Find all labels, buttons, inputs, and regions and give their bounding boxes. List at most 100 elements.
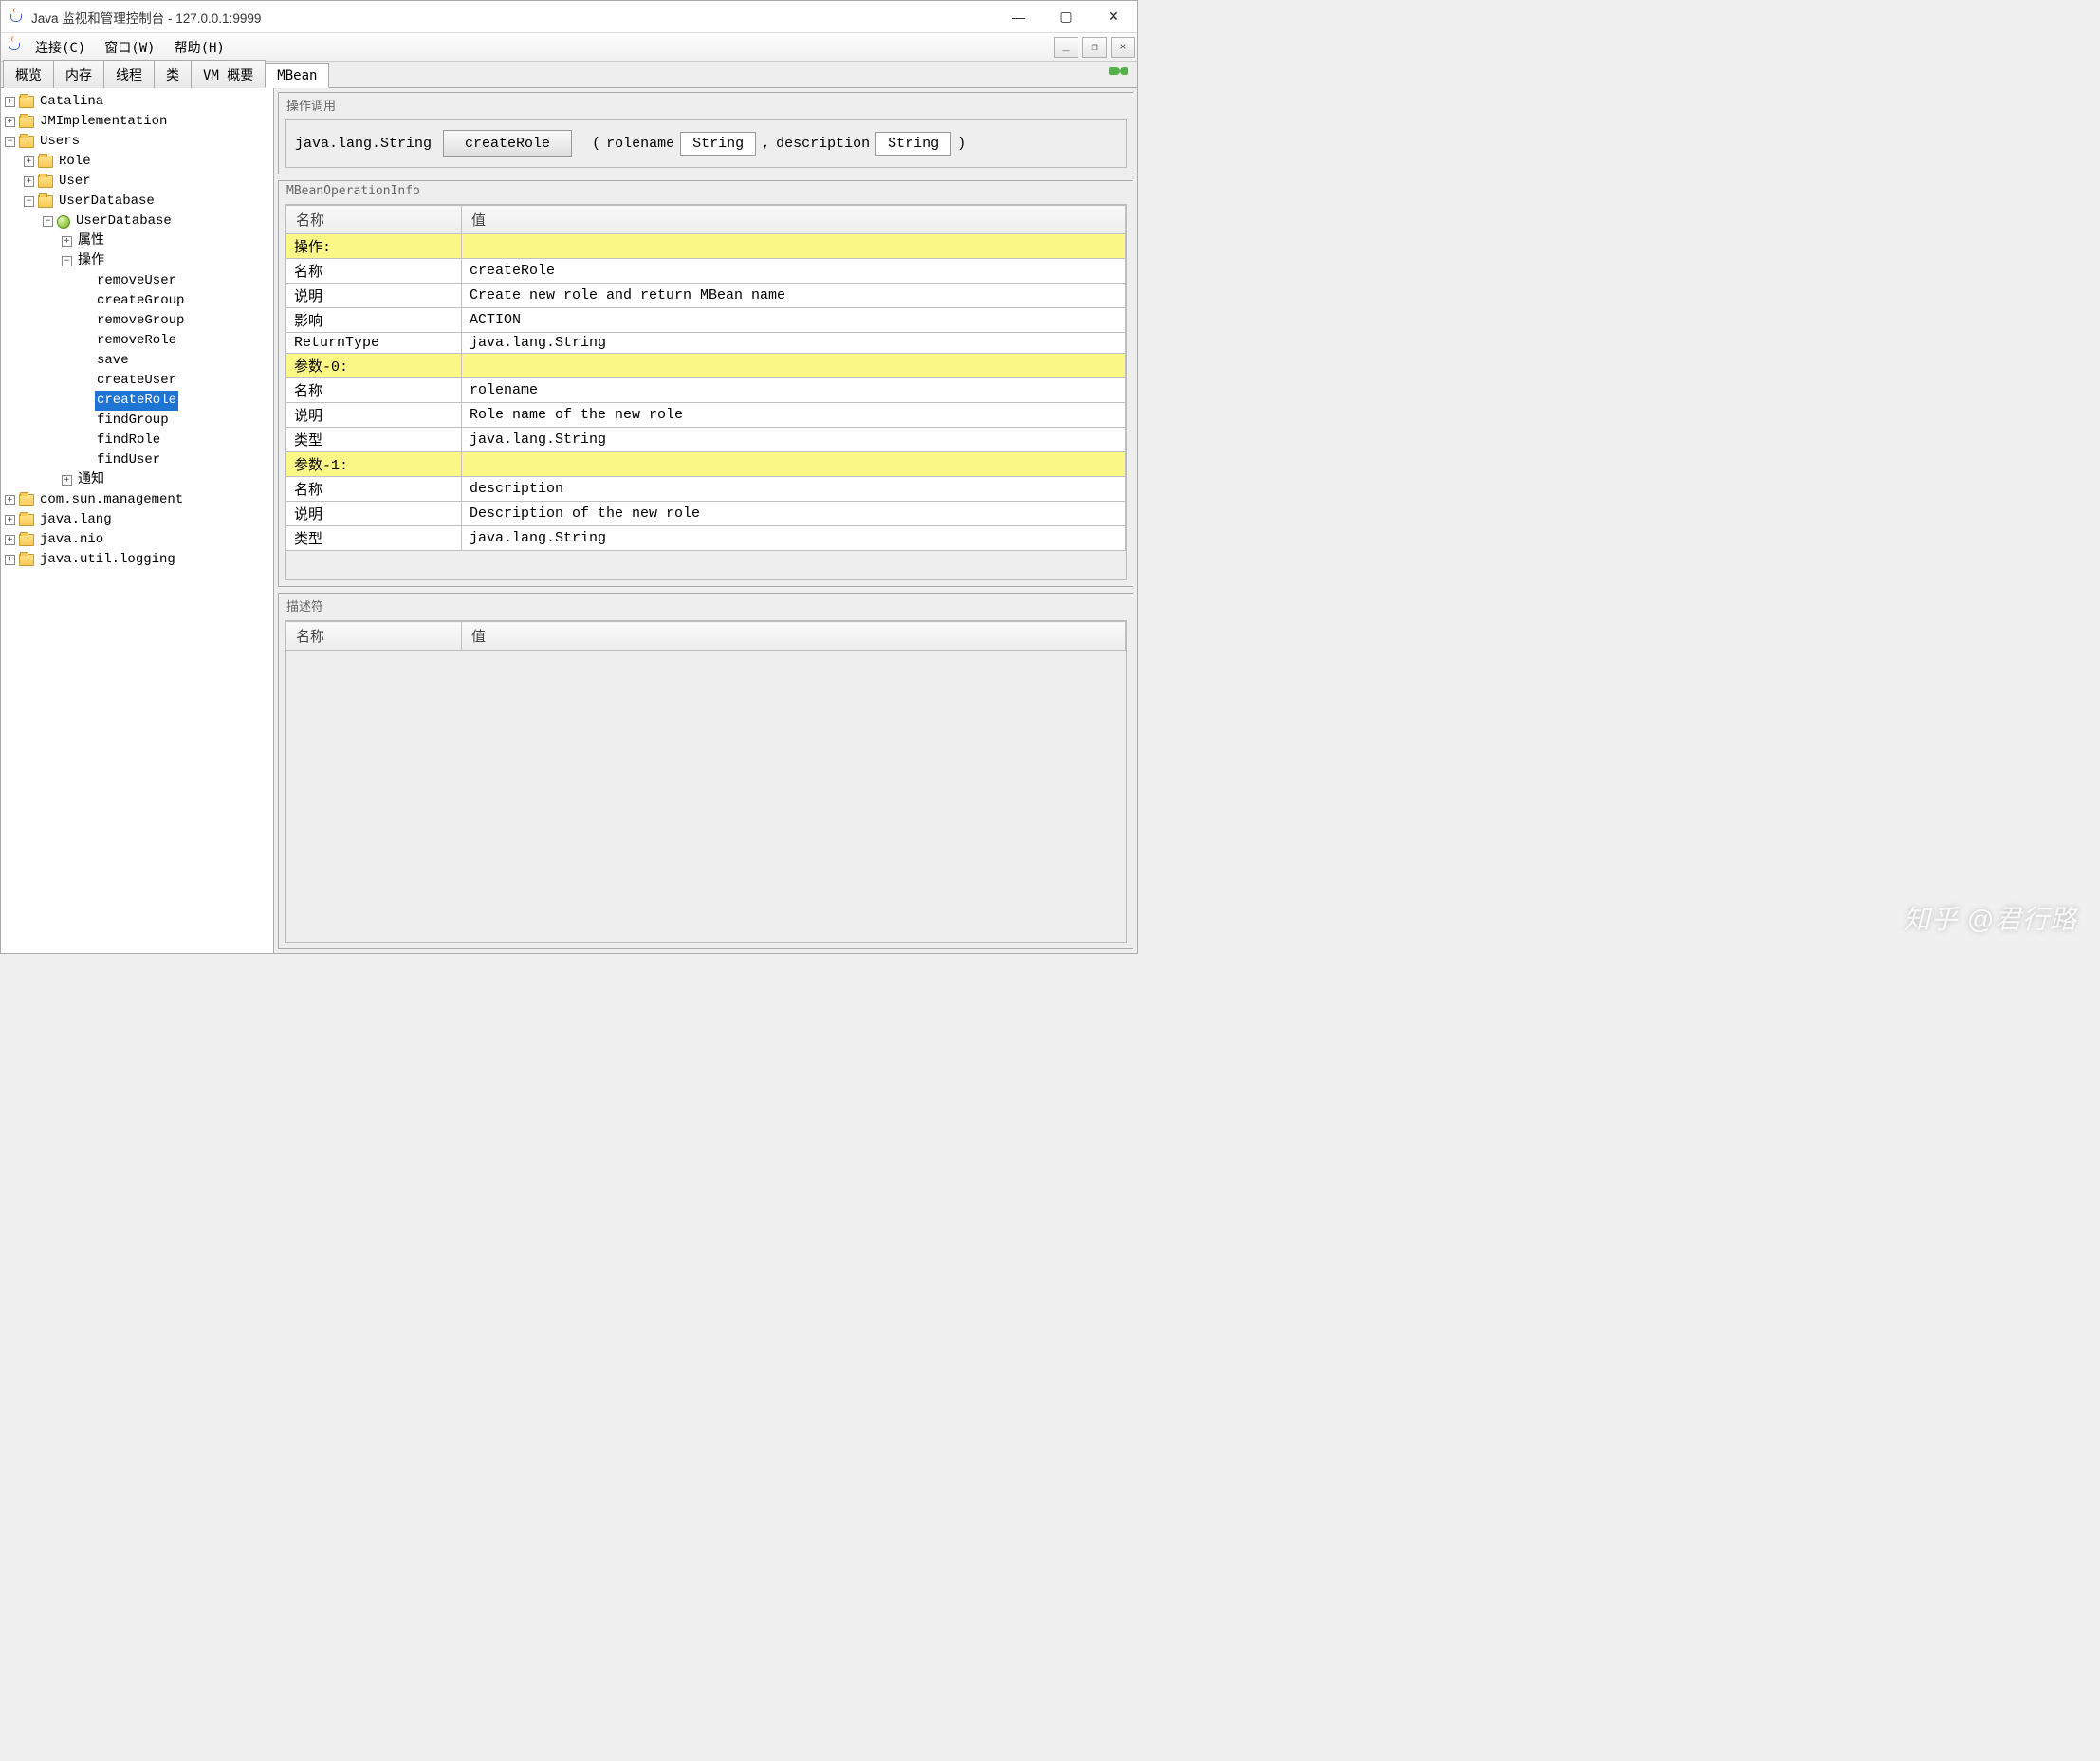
tree-node-attributes[interactable]: 属性 (76, 231, 106, 251)
folder-icon (19, 514, 34, 526)
tree-op-createrole[interactable]: createRole (95, 391, 178, 411)
table-cell: ReturnType (286, 333, 462, 354)
tree-node-users[interactable]: Users (38, 132, 82, 152)
tree-toggle[interactable]: − (24, 196, 34, 207)
tree-node-user[interactable]: User (57, 172, 93, 192)
table-cell: description (462, 477, 1126, 502)
tree-toggle[interactable]: + (5, 535, 15, 545)
tab-overview[interactable]: 概览 (3, 60, 54, 88)
tree-op-save[interactable]: save (95, 351, 131, 371)
table-cell: 说明 (286, 502, 462, 526)
tab-memory[interactable]: 内存 (53, 60, 104, 88)
table-cell: ACTION (462, 308, 1126, 333)
tab-vm-summary[interactable]: VM 概要 (191, 60, 266, 88)
tab-threads[interactable]: 线程 (103, 60, 155, 88)
tree-toggle[interactable]: + (5, 97, 15, 107)
tree-node-userdatabase[interactable]: UserDatabase (57, 192, 157, 211)
tree-toggle[interactable]: + (24, 156, 34, 167)
tree-toggle[interactable]: + (5, 117, 15, 127)
tree-node-java-nio[interactable]: java.nio (38, 530, 105, 550)
column-header-value[interactable]: 值 (462, 206, 1126, 234)
java-icon (3, 36, 26, 58)
paren-close: ) (957, 136, 966, 152)
window-title: Java 监视和管理控制台 - 127.0.0.1:9999 (29, 8, 995, 27)
folder-icon (19, 494, 34, 506)
operation-invoke-panel: 操作调用 java.lang.String createRole ( rolen… (278, 92, 1133, 174)
param1-label: description (776, 136, 870, 152)
panel-title: 操作调用 (285, 93, 1127, 119)
tree-node-java-lang[interactable]: java.lang (38, 510, 114, 530)
tree-node-jmimplementation[interactable]: JMImplementation (38, 112, 169, 132)
tree-toggle[interactable]: − (5, 137, 15, 147)
tree-op-finduser[interactable]: findUser (95, 450, 162, 470)
comma: , (762, 136, 770, 152)
tree-toggle[interactable]: − (43, 216, 53, 227)
tree-op-findrole[interactable]: findRole (95, 431, 162, 450)
table-cell: 说明 (286, 403, 462, 428)
table-cell: 参数-1: (286, 452, 462, 477)
menu-connect[interactable]: 连接(C) (26, 34, 95, 61)
window-minimize-button[interactable]: — (995, 1, 1042, 33)
table-cell: Description of the new role (462, 502, 1126, 526)
tree-op-removegroup[interactable]: removeGroup (95, 311, 186, 331)
tree-toggle[interactable]: + (5, 495, 15, 505)
table-cell: java.lang.String (462, 333, 1126, 354)
param1-input[interactable] (875, 132, 951, 156)
folder-icon (19, 136, 34, 148)
invoke-operation-button[interactable]: createRole (443, 130, 572, 157)
table-cell: Create new role and return MBean name (462, 284, 1126, 308)
folder-icon (19, 554, 34, 566)
tree-node-sun-management[interactable]: com.sun.management (38, 490, 185, 510)
tree-node-catalina[interactable]: Catalina (38, 92, 105, 112)
bean-icon (57, 215, 70, 229)
table-cell: 影响 (286, 308, 462, 333)
table-cell: java.lang.String (462, 526, 1126, 551)
titlebar: Java 监视和管理控制台 - 127.0.0.1:9999 — ▢ ✕ (1, 1, 1137, 33)
tree-op-creategroup[interactable]: createGroup (95, 291, 186, 311)
tree-node-notifications[interactable]: 通知 (76, 470, 106, 490)
operation-invoke-box: java.lang.String createRole ( rolename ,… (285, 119, 1127, 168)
column-header-name[interactable]: 名称 (286, 206, 462, 234)
folder-icon (38, 175, 53, 188)
tree-toggle[interactable]: + (5, 515, 15, 525)
mbean-tree[interactable]: + Catalina + JMImplementation − Users + Role… (1, 88, 274, 953)
tree-op-removeuser[interactable]: removeUser (95, 271, 178, 291)
column-header-name[interactable]: 名称 (286, 622, 462, 651)
tree-op-createuser[interactable]: createUser (95, 371, 178, 391)
folder-icon (19, 116, 34, 128)
tab-classes[interactable]: 类 (154, 60, 192, 88)
column-header-value[interactable]: 值 (462, 622, 1126, 651)
tree-toggle[interactable]: − (62, 256, 72, 266)
mdi-close-button[interactable]: × (1111, 37, 1135, 58)
descriptor-table: 名称 值 (286, 621, 1126, 651)
tree-node-userdatabase-bean[interactable]: UserDatabase (74, 211, 174, 231)
tree-toggle[interactable]: + (5, 555, 15, 565)
tree-node-role[interactable]: Role (57, 152, 93, 172)
window-close-button[interactable]: ✕ (1090, 1, 1137, 33)
table-cell: 类型 (286, 526, 462, 551)
menu-window[interactable]: 窗口(W) (95, 34, 164, 61)
folder-icon (19, 96, 34, 108)
table-cell: Role name of the new role (462, 403, 1126, 428)
param0-input[interactable] (680, 132, 756, 156)
menubar: 连接(C) 窗口(W) 帮助(H) _ ❐ × (1, 33, 1137, 62)
table-cell: 操作: (286, 234, 462, 259)
mdi-minimize-button[interactable]: _ (1054, 37, 1078, 58)
window-maximize-button[interactable]: ▢ (1042, 1, 1090, 33)
tree-toggle[interactable]: + (24, 176, 34, 187)
tree-toggle[interactable]: + (62, 475, 72, 486)
tree-op-findgroup[interactable]: findGroup (95, 411, 171, 431)
tree-op-removerole[interactable]: removeRole (95, 331, 178, 351)
table-cell (462, 234, 1126, 259)
folder-icon (19, 534, 34, 546)
tree-node-operations[interactable]: 操作 (76, 251, 106, 271)
menu-help[interactable]: 帮助(H) (165, 34, 234, 61)
table-cell: 名称 (286, 378, 462, 403)
tab-mbean[interactable]: MBean (265, 63, 329, 88)
tree-toggle[interactable]: + (62, 236, 72, 247)
java-icon (1, 8, 29, 26)
paren-open: ( (592, 136, 600, 152)
tab-bar: 概览 内存 线程 类 VM 概要 MBean (1, 62, 1137, 88)
tree-node-java-util-logging[interactable]: java.util.logging (38, 550, 177, 570)
mdi-restore-button[interactable]: ❐ (1082, 37, 1107, 58)
